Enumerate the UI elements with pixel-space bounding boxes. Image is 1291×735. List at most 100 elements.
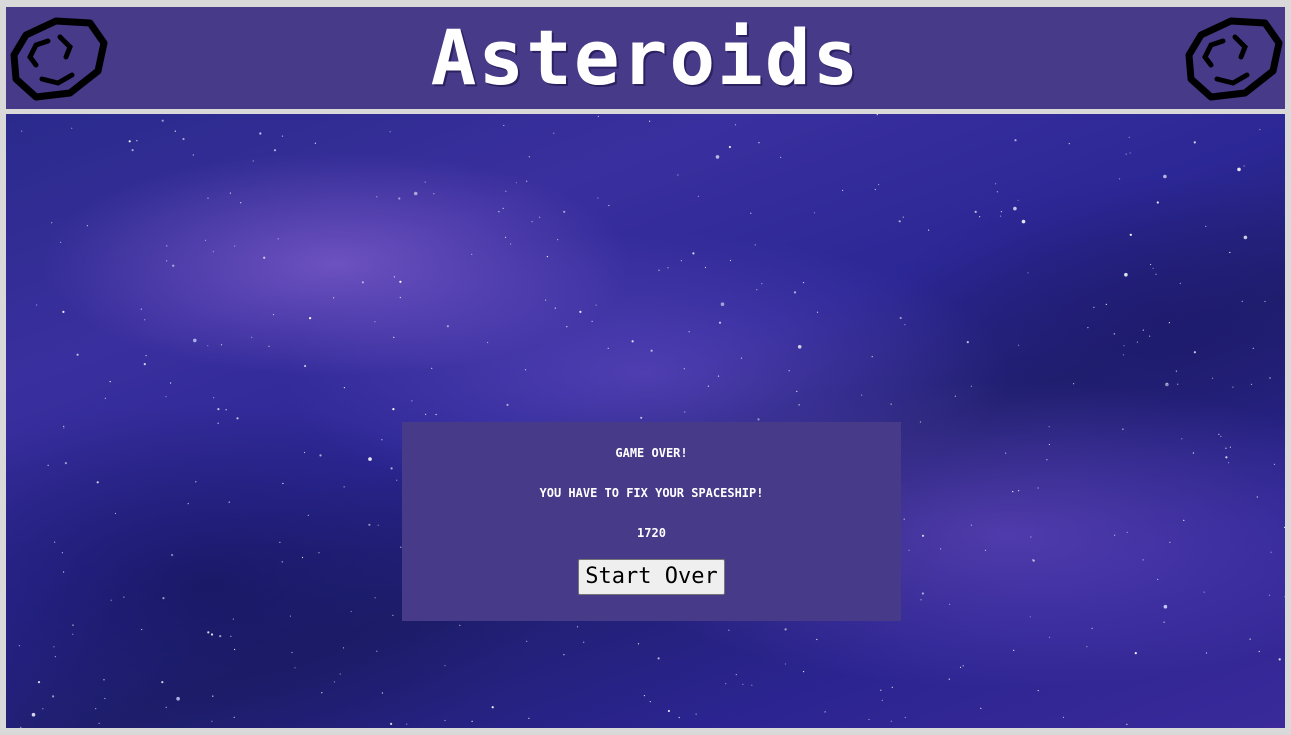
- star: [861, 394, 863, 396]
- star: [1192, 452, 1194, 454]
- star: [1142, 559, 1144, 561]
- star: [52, 695, 55, 698]
- star: [96, 481, 99, 484]
- star: [319, 454, 322, 457]
- star: [704, 266, 707, 269]
- star: [1129, 233, 1132, 236]
- star: [193, 338, 197, 343]
- star: [1126, 723, 1128, 726]
- star: [631, 340, 634, 343]
- star: [868, 718, 870, 721]
- star: [282, 482, 284, 485]
- star: [871, 356, 873, 358]
- star: [563, 654, 565, 656]
- star: [553, 132, 555, 134]
- star: [1157, 578, 1159, 580]
- star: [1091, 627, 1093, 630]
- star: [1086, 646, 1088, 648]
- star: [171, 553, 174, 557]
- star: [1068, 143, 1070, 145]
- star: [368, 457, 372, 461]
- star: [970, 385, 973, 387]
- star: [31, 712, 36, 717]
- star: [526, 180, 528, 182]
- star: [919, 421, 922, 423]
- star: [717, 375, 720, 377]
- star: [161, 681, 164, 684]
- star: [1018, 490, 1020, 492]
- star: [166, 260, 168, 262]
- star: [234, 245, 236, 247]
- star: [389, 131, 391, 133]
- star: [970, 524, 973, 526]
- star: [891, 686, 893, 688]
- star: [1128, 136, 1130, 138]
- star: [890, 403, 892, 405]
- star: [95, 708, 97, 710]
- star: [1134, 652, 1137, 655]
- star: [20, 726, 22, 728]
- star: [136, 140, 138, 142]
- star: [780, 156, 782, 158]
- star: [974, 210, 977, 213]
- star: [515, 182, 517, 184]
- star: [1183, 519, 1185, 521]
- star: [1046, 459, 1048, 461]
- star: [1252, 347, 1254, 349]
- star: [62, 310, 65, 313]
- star: [797, 345, 802, 349]
- star: [1062, 716, 1065, 718]
- star: [61, 552, 64, 554]
- star: [234, 648, 236, 651]
- star: [376, 196, 378, 198]
- star: [229, 192, 231, 194]
- star: [1037, 487, 1039, 489]
- header-bar: Asteroids: [6, 7, 1285, 109]
- star: [343, 486, 345, 488]
- star: [51, 222, 53, 224]
- star: [657, 657, 660, 660]
- star: [63, 427, 65, 429]
- star: [263, 256, 266, 259]
- star: [210, 633, 214, 636]
- star: [757, 418, 760, 421]
- star: [784, 628, 787, 631]
- star: [1029, 616, 1031, 618]
- asteroid-icon: [10, 17, 108, 101]
- star: [528, 717, 530, 719]
- star: [1037, 690, 1039, 692]
- star: [1149, 335, 1151, 337]
- star: [64, 462, 67, 465]
- star: [880, 689, 882, 691]
- star: [1122, 428, 1124, 430]
- star: [678, 716, 680, 719]
- star: [304, 364, 307, 368]
- star: [554, 307, 556, 309]
- star: [1142, 329, 1144, 331]
- star: [1268, 594, 1271, 596]
- star: [526, 640, 528, 643]
- star: [54, 541, 56, 543]
- star: [816, 311, 819, 313]
- star: [1126, 531, 1128, 533]
- star: [658, 269, 660, 271]
- star: [1021, 219, 1026, 224]
- game-over-message: YOU HAVE TO FIX YOUR SPACESHIP!: [539, 486, 764, 500]
- star: [187, 503, 189, 505]
- star: [36, 304, 38, 306]
- star: [60, 241, 62, 243]
- star: [392, 408, 395, 411]
- star: [979, 216, 981, 218]
- star: [212, 695, 214, 697]
- star: [1168, 322, 1170, 324]
- star: [86, 225, 88, 227]
- star: [1163, 621, 1165, 623]
- star: [211, 720, 213, 722]
- star: [949, 603, 951, 605]
- star: [876, 114, 878, 116]
- star: [491, 706, 494, 709]
- star: [1278, 658, 1281, 661]
- star: [143, 363, 146, 366]
- start-over-button[interactable]: Start Over: [578, 559, 725, 595]
- star: [1225, 447, 1227, 449]
